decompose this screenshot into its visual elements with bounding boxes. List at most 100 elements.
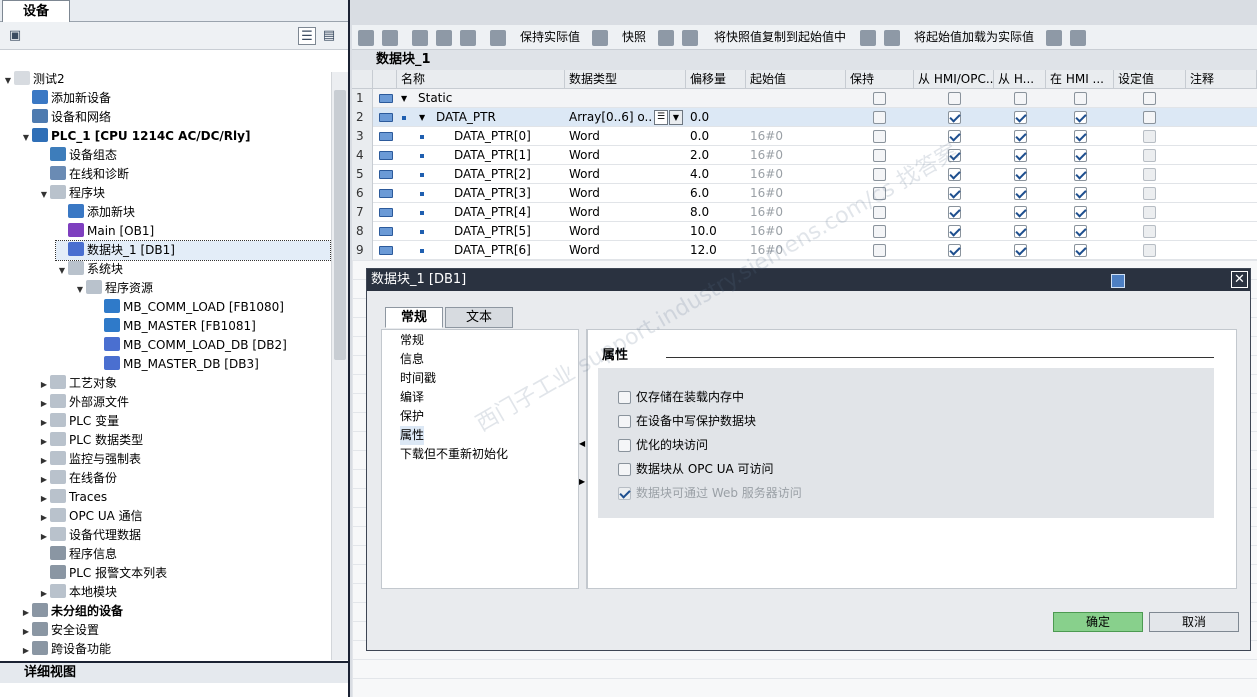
expand-arrow-icon[interactable]: ▶	[20, 622, 32, 641]
copy-snapshot-icon[interactable]	[860, 30, 876, 46]
cancel-button[interactable]: 取消	[1149, 612, 1239, 632]
tree-item[interactable]: ▼ 程序块	[38, 184, 105, 203]
table-row[interactable]: 8 DATA_PTR[5] Word 10.0 16#0	[352, 222, 1257, 241]
keep-checkbox[interactable]	[873, 92, 886, 105]
hmi2-checkbox[interactable]	[1014, 168, 1027, 181]
hmi2-checkbox[interactable]	[1014, 206, 1027, 219]
table-row[interactable]: 4 DATA_PTR[1] Word 2.0 16#0	[352, 146, 1257, 165]
hmi1-checkbox[interactable]	[948, 168, 961, 181]
start-value-cell[interactable]: 16#0	[750, 127, 783, 146]
detail-view-header[interactable]: 详细视图	[0, 661, 348, 683]
set-checkbox[interactable]	[1143, 225, 1156, 238]
hmi3-checkbox[interactable]	[1074, 168, 1087, 181]
add-row-icon[interactable]	[382, 30, 398, 46]
tree-item[interactable]: 在线和诊断	[38, 165, 129, 184]
monitor-icon[interactable]	[490, 30, 506, 46]
tree-item[interactable]: MB_MASTER [FB1081]	[92, 317, 256, 336]
set-checkbox[interactable]	[1143, 111, 1156, 124]
hmi3-checkbox[interactable]	[1074, 225, 1087, 238]
expand-right-icon[interactable]: ▶	[579, 477, 585, 486]
hmi1-checkbox[interactable]	[948, 244, 961, 257]
hmi3-checkbox[interactable]	[1074, 130, 1087, 143]
tree-item[interactable]: 程序信息	[38, 545, 117, 564]
copy-snapshot-all-icon[interactable]	[884, 30, 900, 46]
keep-checkbox[interactable]	[873, 168, 886, 181]
hmi3-checkbox[interactable]	[1074, 149, 1087, 162]
variable-name[interactable]: DATA_PTR[2]	[454, 165, 531, 184]
tab-devices[interactable]: 设备	[2, 0, 70, 22]
hmi1-checkbox[interactable]	[948, 187, 961, 200]
expand-arrow-icon[interactable]: ▶	[38, 375, 50, 394]
hmi2-checkbox[interactable]	[1014, 130, 1027, 143]
hmi3-checkbox[interactable]	[1074, 206, 1087, 219]
nav-item[interactable]: 信息	[400, 350, 424, 369]
extended-icon[interactable]	[412, 30, 428, 46]
variable-name[interactable]: DATA_PTR[1]	[454, 146, 531, 165]
column-header[interactable]: 保持	[846, 70, 914, 89]
variable-name[interactable]: DATA_PTR[0]	[454, 127, 531, 146]
data-type-cell[interactable]: Word	[569, 146, 655, 165]
hmi1-checkbox[interactable]	[948, 111, 961, 124]
hmi2-checkbox[interactable]	[1014, 92, 1027, 105]
tree-item[interactable]: ▶ 在线备份	[38, 469, 117, 488]
detail-view-icon[interactable]: ▤	[320, 27, 338, 45]
expand-arrow-icon[interactable]: ▶	[38, 489, 50, 508]
expand-arrow-icon[interactable]: ▶	[38, 432, 50, 451]
ok-button[interactable]: 确定	[1053, 612, 1143, 632]
set-checkbox[interactable]	[1143, 149, 1156, 162]
set-checkbox[interactable]	[1143, 206, 1156, 219]
expand-arrow-icon[interactable]: ▼	[419, 108, 425, 127]
expand-arrow-icon[interactable]: ▶	[38, 584, 50, 603]
column-header[interactable]: 设定值	[1114, 70, 1186, 89]
column-header[interactable]: 注释	[1186, 70, 1257, 89]
tree-item[interactable]: PLC 报警文本列表	[38, 564, 167, 583]
column-header[interactable]: 数据类型	[565, 70, 686, 89]
tree-item[interactable]: ▶ 安全设置	[20, 621, 99, 640]
keep-checkbox[interactable]	[873, 111, 886, 124]
expand-arrow-icon[interactable]: ▶	[38, 508, 50, 527]
hmi3-checkbox[interactable]	[1074, 111, 1087, 124]
keep-checkbox[interactable]	[873, 130, 886, 143]
tree-item[interactable]: ▼ 测试2	[2, 70, 65, 89]
data-type-cell[interactable]: Word	[569, 241, 655, 260]
keep-checkbox[interactable]	[873, 149, 886, 162]
column-header[interactable]: 名称	[397, 70, 565, 89]
column-header[interactable]: 起始值	[746, 70, 846, 89]
tree-item[interactable]: ▶ 跨设备功能	[20, 640, 111, 659]
tree-item[interactable]: Main [OB1]	[56, 222, 154, 241]
tree-item[interactable]: ▶ Traces	[38, 488, 107, 507]
data-type-cell[interactable]: Word	[569, 184, 655, 203]
tree-item[interactable]: MB_COMM_LOAD_DB [DB2]	[92, 336, 287, 355]
set-checkbox[interactable]	[1143, 187, 1156, 200]
data-type-cell[interactable]: Word	[569, 127, 655, 146]
column-header[interactable]: 在 HMI ...	[1046, 70, 1114, 89]
hmi2-checkbox[interactable]	[1014, 225, 1027, 238]
variable-name[interactable]: DATA_PTR[3]	[454, 184, 531, 203]
option-checkbox[interactable]	[618, 439, 631, 452]
tree-item[interactable]: ▶ PLC 变量	[38, 412, 119, 431]
tree-item[interactable]: ▶ OPC UA 通信	[38, 507, 143, 526]
table-row[interactable]: 2 ▼ DATA_PTR Array[0..6] o... ☰ ▼ 0.0	[352, 108, 1257, 127]
keep-actual-icon[interactable]	[592, 30, 608, 46]
expand-arrow-icon[interactable]: ▶	[38, 413, 50, 432]
load-start-button[interactable]: 将起始值加载为实际值	[914, 25, 1034, 50]
set-checkbox[interactable]	[1143, 130, 1156, 143]
tree-item[interactable]: 设备和网络	[20, 108, 111, 127]
tab-general[interactable]: 常规	[385, 307, 443, 328]
option-checkbox[interactable]	[618, 391, 631, 404]
start-value-cell[interactable]: 16#0	[750, 241, 783, 260]
hmi2-checkbox[interactable]	[1014, 149, 1027, 162]
nav-item[interactable]: 编译	[400, 388, 424, 407]
tree-item[interactable]: ▶ 未分组的设备	[20, 602, 123, 621]
tree-item[interactable]: ▶ 设备代理数据	[38, 526, 141, 545]
variable-name[interactable]: DATA_PTR[4]	[454, 203, 531, 222]
tree-item[interactable]: MB_COMM_LOAD [FB1080]	[92, 298, 284, 317]
start-value-cell[interactable]: 16#0	[750, 203, 783, 222]
tree-item[interactable]: 数据块_1 [DB1]	[55, 240, 331, 261]
table-row[interactable]: 3 DATA_PTR[0] Word 0.0 16#0	[352, 127, 1257, 146]
keep-checkbox[interactable]	[873, 187, 886, 200]
close-icon[interactable]: ✕	[1231, 271, 1248, 288]
variable-name[interactable]: DATA_PTR[5]	[454, 222, 531, 241]
list-view-icon[interactable]: ☰	[298, 27, 316, 45]
tree-item[interactable]: ▶ 工艺对象	[38, 374, 117, 393]
